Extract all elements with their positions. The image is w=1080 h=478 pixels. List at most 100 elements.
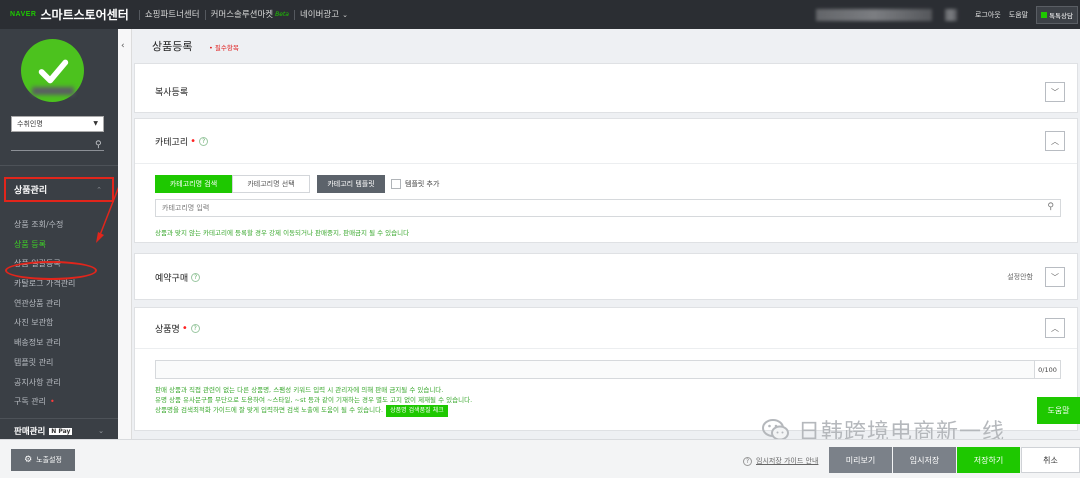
top-nav: 쇼핑파트너센터 커머스솔루션마켓 Beta 네이버광고 ⌄	[138, 9, 353, 20]
required-dot: •	[190, 136, 197, 147]
logout-link[interactable]: 로그아웃	[975, 10, 1001, 20]
nav-label: 네이버광고	[299, 9, 340, 20]
category-card: 카테고리 •? ︿ 카테고리명 검색 카테고리명 선택 카테고리 템플릿 템플릿 …	[134, 118, 1078, 243]
top-navigation-bar: NAVER 스마트스토어센터 쇼핑파트너센터 커머스솔루션마켓 Beta 네이버광…	[0, 0, 1080, 29]
sidebar-section-product-management[interactable]: 상품관리 ⌃	[4, 177, 114, 202]
sidebar-item-product-register[interactable]: 상품 등록	[14, 235, 75, 255]
required-note: • 필수항목	[209, 44, 239, 52]
sidebar-section-sales-management[interactable]: 판매관리 N Pay ⌄	[0, 421, 118, 441]
sidebar-menu: 상품 조회/수정 상품 등록 상품 일괄등록 카탈로그 가격관리 연관상품 관리…	[14, 215, 75, 412]
placeholder: 카테고리명 입력	[162, 204, 210, 212]
copy-register-title: 복사등록	[155, 88, 189, 98]
nav-shopping-partner[interactable]: 쇼핑파트너센터	[138, 9, 205, 20]
section-label: 상품관리	[14, 186, 48, 196]
collapse-chevron-up-icon[interactable]: ︿	[1045, 131, 1065, 151]
checkbox-icon	[391, 179, 401, 189]
tab-category-select[interactable]: 카테고리명 선택	[232, 175, 310, 193]
sidebar-item-subscription[interactable]: 구독 관리 •	[14, 392, 75, 412]
sidebar-item-photo-storage[interactable]: 사진 보관함	[14, 313, 75, 333]
cancel-button[interactable]: 취소	[1021, 447, 1080, 473]
sidebar-item-product-search[interactable]: 상품 조회/수정	[14, 215, 75, 235]
required-dot: •	[181, 323, 188, 334]
char-counter: 0/100	[1034, 361, 1060, 378]
category-title: 카테고리 •?	[155, 135, 209, 148]
category-tabs: 카테고리명 검색 카테고리명 선택 카테고리 템플릿 템플릿 추가	[155, 175, 439, 193]
product-name-input[interactable]: 0/100	[155, 360, 1061, 379]
category-search-input[interactable]: 카테고리명 입력 ⚲	[155, 199, 1061, 217]
nav-label: 쇼핑파트너센터	[144, 9, 200, 20]
chevron-up-icon: ⌃	[96, 185, 102, 194]
blurred-avatar	[945, 9, 957, 21]
help-icon[interactable]: ?	[199, 137, 209, 146]
sidebar-collapse-column: ‹	[118, 29, 132, 439]
help-float-button[interactable]: 도움말	[1037, 397, 1080, 424]
chevron-down-icon: ⌄	[342, 10, 348, 19]
guide-label: 임시저장 가이드 안내	[756, 457, 819, 465]
talktalk-button[interactable]: 톡톡상담	[1036, 5, 1078, 24]
menu-label: 구독 관리	[14, 397, 46, 407]
note-line: 유명 상품 유사문구를 무단으로 도용하여 ~스타일, ~st 등과 같이 기재…	[155, 396, 473, 404]
sidebar-item-shipping-info[interactable]: 배송정보 관리	[14, 333, 75, 353]
help-icon[interactable]: ?	[191, 273, 201, 282]
category-template-button[interactable]: 카테고리 템플릿	[317, 175, 385, 193]
beta-badge: Beta	[275, 10, 289, 18]
app-title[interactable]: 스마트스토어센터	[40, 6, 128, 23]
temp-save-guide-link[interactable]: ? 임시저장 가이드 안내	[743, 456, 818, 466]
page-title: 상품등록	[152, 40, 193, 53]
title-text: 카테고리	[155, 138, 189, 148]
blurred-store-name	[32, 87, 74, 95]
expand-chevron-down-icon[interactable]: ﹀	[1045, 267, 1065, 287]
help-icon[interactable]: ?	[190, 324, 200, 333]
page-header: 상품등록 • 필수항목	[133, 29, 1080, 63]
save-button[interactable]: 저장하기	[957, 447, 1020, 473]
sidebar-item-related-products[interactable]: 연관상품 관리	[14, 294, 75, 314]
sidebar-search-input[interactable]	[11, 150, 104, 151]
main-content: 상품등록 • 필수항목 복사등록 ﹀ 카테고리 •? ︿ 카테고리명 검색 카테고…	[133, 29, 1080, 439]
nav-commerce-solution[interactable]: 커머스솔루션마켓 Beta	[204, 9, 294, 20]
preorder-status: 설정안함	[1007, 273, 1033, 281]
product-name-notes: 판매 상품과 직접 관련이 없는 다른 상품명, 스팸성 키워드 입력 시 관리…	[155, 385, 473, 417]
note-line: 판매 상품과 직접 관련이 없는 다른 상품명, 스팸성 키워드 입력 시 관리…	[155, 386, 444, 394]
note-text: 상품명을 검색최적화 가이드에 잘 맞게 입력하면 검색 노출에 도움이 될 수…	[155, 406, 384, 414]
name-quality-check-button[interactable]: 상품명 검색품질 체크	[386, 405, 448, 417]
npay-badge: N Pay	[49, 427, 73, 435]
search-type-select[interactable]: 수취인명 ▼	[11, 116, 104, 132]
product-name-title: 상품명 •?	[155, 322, 200, 335]
tab-category-search[interactable]: 카테고리명 검색	[155, 175, 232, 193]
chevron-down-icon: ⌄	[98, 427, 104, 435]
divider	[0, 165, 118, 166]
temp-save-button[interactable]: 임시저장	[893, 447, 956, 473]
divider	[0, 418, 118, 419]
naver-logo: NAVER	[10, 11, 37, 18]
preorder-title: 예약구매?	[155, 271, 201, 284]
copy-register-card: 복사등록 ﹀	[134, 63, 1078, 113]
product-name-card: 상품명 •? ︿ 0/100 판매 상품과 직접 관련이 없는 다른 상품명, 스…	[134, 307, 1078, 431]
expose-settings-button[interactable]: ⚙ 노출설정	[11, 449, 75, 471]
chevron-left-icon[interactable]: ‹	[121, 41, 125, 51]
caret-down-icon: ▼	[93, 120, 98, 127]
checkbox-label: 템플릿 추가	[405, 180, 440, 188]
template-add-checkbox[interactable]: 템플릿 추가	[391, 175, 439, 193]
title-text: 예약구매	[155, 274, 189, 284]
button-label: 노출설정	[36, 456, 62, 464]
annotation-circle	[5, 261, 97, 280]
brand[interactable]: NAVER 스마트스토어센터	[0, 0, 139, 29]
select-value: 수취인명	[17, 120, 43, 128]
preorder-card: 예약구매? 설정안함 ﹀	[134, 253, 1078, 300]
talk-icon	[1041, 11, 1048, 18]
title-text: 상품명	[155, 325, 180, 335]
expand-chevron-down-icon[interactable]: ﹀	[1045, 82, 1065, 102]
sidebar: 수취인명 ▼ ⚲ 상품관리 ⌃ 상품 조회/수정 상품 등록 상품 일괄등록 카탈…	[0, 29, 118, 439]
preview-button[interactable]: 미리보기	[829, 447, 892, 473]
help-link[interactable]: 도움말	[1009, 10, 1028, 20]
note-line: 상품명을 검색최적화 가이드에 잘 맞게 입력하면 검색 노출에 도움이 될 수…	[155, 405, 472, 417]
sidebar-item-notice[interactable]: 공지사항 관리	[14, 373, 75, 393]
section-label: 판매관리	[14, 427, 46, 437]
nav-naver-ads[interactable]: 네이버광고 ⌄	[293, 9, 353, 20]
bottom-action-bar: ⚙ 노출설정 ? 임시저장 가이드 안내 미리보기 임시저장 저장하기 취소	[0, 439, 1080, 478]
sidebar-item-template[interactable]: 템플릿 관리	[14, 353, 75, 373]
search-icon[interactable]: ⚲	[1047, 202, 1054, 212]
nav-label: 커머스솔루션마켓	[210, 9, 274, 20]
collapse-chevron-up-icon[interactable]: ︿	[1045, 318, 1065, 338]
search-icon[interactable]: ⚲	[95, 140, 102, 150]
